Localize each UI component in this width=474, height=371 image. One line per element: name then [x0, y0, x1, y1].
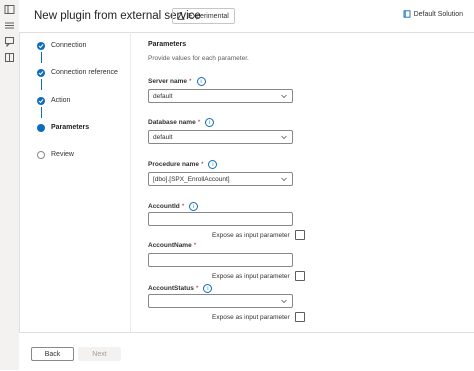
back-button[interactable]: Back: [31, 347, 74, 361]
list-icon[interactable]: [4, 20, 15, 31]
label-text: Database name: [148, 119, 196, 126]
label-text: AccountName: [148, 242, 192, 249]
accountstatus-dropdown[interactable]: [148, 294, 293, 308]
accountstatus-label: AccountStatus * i: [148, 284, 213, 293]
solution-label: Default Solution: [413, 10, 463, 18]
step-connection-reference[interactable]: Connection reference: [19, 65, 129, 81]
accountstatus-expose-option: Expose as input parameter: [212, 312, 305, 322]
procedure-name-dropdown[interactable]: [dbo].[SPX_EnrollAccount]: [148, 172, 293, 186]
expose-checkbox[interactable]: [294, 312, 305, 322]
expose-label: Expose as input parameter: [212, 313, 290, 321]
left-rail: [0, 0, 20, 370]
dropdown-value: [dbo].[SPX_EnrollAccount]: [153, 176, 230, 183]
header: New plugin from external service Experim…: [19, 0, 474, 33]
label-text: Procedure name: [148, 161, 199, 168]
collapse-menu-icon[interactable]: [4, 4, 15, 15]
server-name-label: Server name * i: [148, 77, 206, 86]
info-icon[interactable]: i: [196, 77, 206, 86]
info-icon[interactable]: i: [208, 160, 218, 169]
label-text: AccountId: [148, 203, 180, 210]
info-icon[interactable]: i: [205, 118, 215, 127]
flask-icon: [177, 12, 185, 20]
book-icon[interactable]: [4, 52, 15, 63]
required-marker: *: [193, 242, 197, 249]
label-text: Server name: [148, 78, 188, 85]
accountname-expose-option: Expose as input parameter: [212, 271, 305, 281]
section-title: Parameters: [148, 41, 187, 48]
step-action[interactable]: Action: [19, 93, 129, 109]
accountname-input[interactable]: [148, 253, 293, 267]
expose-label: Expose as input parameter: [212, 272, 290, 280]
footer: Back Next: [19, 332, 474, 371]
required-marker: *: [181, 203, 185, 210]
dropdown-value: default: [153, 93, 173, 100]
server-name-dropdown[interactable]: default: [148, 89, 293, 103]
procedure-name-label: Procedure name * i: [148, 160, 218, 169]
next-button[interactable]: Next: [78, 347, 121, 361]
chat-icon[interactable]: [4, 36, 15, 47]
solution-selector[interactable]: Default Solution: [403, 10, 463, 18]
chevron-down-icon: [281, 135, 287, 140]
step-label: Action: [51, 97, 71, 104]
parameters-form: Parameters Provide values for each param…: [148, 32, 458, 332]
expose-label: Expose as input parameter: [212, 231, 290, 239]
section-description: Provide values for each parameter.: [148, 55, 249, 62]
accountid-expose-option: Expose as input parameter: [212, 230, 305, 240]
accountid-label: AccountId * i: [148, 202, 199, 211]
chevron-down-icon: [281, 299, 287, 304]
step-label: Connection: [51, 42, 87, 49]
required-marker: *: [197, 119, 201, 126]
step-label: Connection reference: [51, 69, 118, 76]
info-icon[interactable]: i: [203, 284, 213, 293]
info-icon[interactable]: i: [189, 202, 199, 211]
required-marker: *: [200, 161, 204, 168]
divider: [130, 32, 131, 332]
checkmark-icon: [37, 42, 45, 50]
experimental-badge: Experimental: [172, 8, 235, 24]
pending-step-icon: [37, 151, 45, 159]
wizard-stepper: Connection Connection reference Action P…: [19, 32, 129, 332]
database-name-dropdown[interactable]: default: [148, 130, 293, 144]
accountname-label: AccountName *: [148, 242, 196, 249]
checkmark-icon: [37, 69, 45, 77]
dropdown-value: default: [153, 134, 173, 141]
step-parameters[interactable]: Parameters: [19, 120, 129, 136]
step-connection[interactable]: Connection: [19, 38, 129, 54]
step-review[interactable]: Review: [19, 147, 129, 163]
database-name-label: Database name * i: [148, 118, 215, 127]
chevron-down-icon: [281, 94, 287, 99]
expose-checkbox[interactable]: [294, 230, 305, 240]
accountid-input[interactable]: [148, 212, 293, 226]
expose-checkbox[interactable]: [294, 271, 305, 281]
badge-label: Experimental: [188, 12, 229, 20]
step-label: Review: [51, 151, 74, 158]
chevron-down-icon: [281, 177, 287, 182]
required-marker: *: [195, 285, 199, 292]
checkmark-icon: [37, 97, 45, 105]
current-step-icon: [37, 124, 45, 132]
step-label: Parameters: [51, 124, 90, 131]
required-marker: *: [189, 78, 192, 85]
solution-icon: [403, 10, 411, 18]
label-text: AccountStatus: [148, 285, 194, 292]
